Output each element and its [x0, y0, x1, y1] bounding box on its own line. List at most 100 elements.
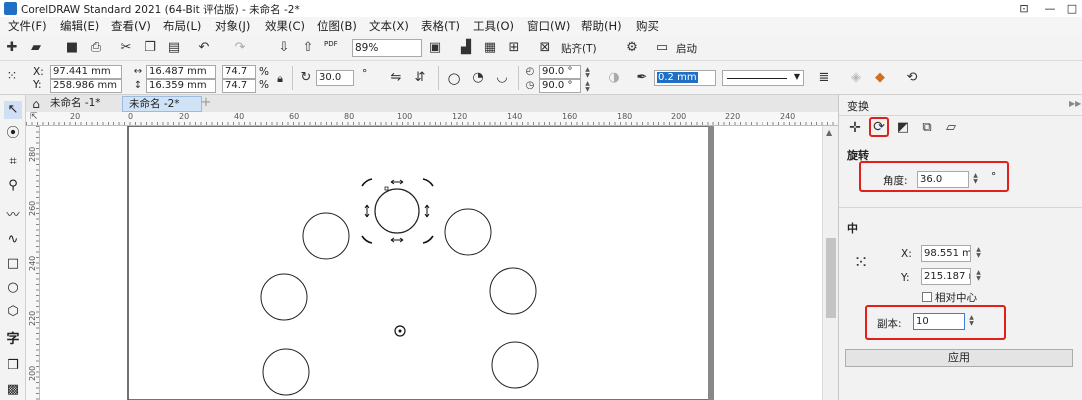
grid-icon[interactable]: ▦	[482, 40, 498, 56]
center-y-spinner[interactable]: ▲ ▼	[974, 270, 983, 282]
maximize-button[interactable]: □	[1060, 0, 1082, 17]
mirror-vertical-icon[interactable]: ⇵	[412, 70, 428, 86]
menu-buy[interactable]: 购买	[636, 18, 659, 34]
position-y-input[interactable]: 258.986 mm	[50, 79, 122, 93]
arc-icon[interactable]: ◡	[494, 70, 510, 86]
zoom-dropdown[interactable]: 89%	[352, 39, 422, 57]
position-x-input[interactable]: 97.441 mm	[50, 65, 122, 79]
tab-document-2[interactable]: 未命名 -2*	[122, 96, 202, 112]
docker-expand-icon[interactable]: ▶▶	[1069, 99, 1081, 108]
start-angle-spinner[interactable]: ▲ ▼	[583, 67, 592, 79]
tab-document-1[interactable]: 未命名 -1*	[44, 96, 126, 112]
menu-effects[interactable]: 效果(C)	[265, 18, 305, 34]
width-input[interactable]: 16.487 mm	[146, 65, 216, 79]
restore-icon[interactable]: ⊡	[1012, 0, 1036, 17]
size-transform-icon[interactable]: ⧉	[919, 120, 935, 136]
convert-curves-icon[interactable]: ⟲	[904, 70, 920, 86]
options-gear-icon[interactable]: ⚙	[624, 40, 640, 56]
end-angle-input[interactable]: 90.0 °	[539, 79, 581, 93]
minimize-button[interactable]: —	[1038, 0, 1062, 17]
anchor-grid-icon[interactable]: ⁙	[853, 254, 869, 272]
scale-x-input[interactable]: 74.7	[222, 65, 256, 79]
scroll-up-icon[interactable]: ▲	[826, 128, 832, 137]
pattern-tool-icon[interactable]: ▩	[4, 381, 22, 399]
position-transform-icon[interactable]: ✛	[847, 120, 863, 136]
import-icon[interactable]: ⇩	[276, 40, 292, 56]
add-tab-icon[interactable]: +	[198, 95, 214, 111]
apply-button[interactable]: 应用	[845, 349, 1073, 367]
end-angle-spinner[interactable]: ▲ ▼	[583, 81, 592, 93]
cut-icon[interactable]: ✂	[118, 40, 134, 56]
skew-transform-icon[interactable]: ▱	[943, 120, 959, 136]
copy-icon[interactable]: ❐	[142, 40, 158, 56]
shadow-tool-icon[interactable]: ❒	[4, 357, 22, 375]
rulers-icon[interactable]: ▟	[458, 40, 474, 56]
full-screen-icon[interactable]: ▣	[427, 40, 443, 56]
snap-icon[interactable]: ⊠	[537, 40, 553, 56]
print-icon[interactable]: ⎙	[88, 40, 104, 56]
menu-file[interactable]: 文件(F)	[8, 18, 47, 34]
angle-input[interactable]: 36.0	[917, 171, 969, 188]
home-icon[interactable]: ⌂	[28, 96, 44, 112]
pie-icon[interactable]: ◔	[470, 70, 486, 86]
rotate-transform-icon[interactable]: ⟳	[871, 119, 887, 135]
rotation-input[interactable]: 30.0	[316, 70, 354, 86]
text-wrap-icon[interactable]: ≣	[816, 70, 832, 86]
relative-center-checkbox[interactable]	[922, 292, 932, 302]
zoom-tool-icon[interactable]: ⚲	[4, 177, 22, 195]
copies-spinner[interactable]: ▲ ▼	[967, 315, 976, 327]
center-y-input[interactable]: 215.187 mi	[921, 268, 971, 285]
new-document-icon[interactable]: ✚	[4, 40, 20, 56]
vertical-scrollbar[interactable]: ▲	[822, 126, 838, 400]
rectangle-tool-icon[interactable]: □	[4, 255, 22, 273]
artistic-media-icon[interactable]: ∿	[4, 231, 22, 249]
layers-icon[interactable]: ◆	[872, 70, 888, 86]
drawing-canvas[interactable]	[40, 126, 822, 400]
launch-dropdown[interactable]: 启动	[676, 41, 697, 56]
menu-window[interactable]: 窗口(W)	[527, 18, 570, 34]
angle-spinner[interactable]: ▲ ▼	[971, 173, 980, 185]
launch-icon[interactable]: ▭	[654, 40, 670, 56]
ellipse-tool-icon[interactable]: ○	[4, 279, 22, 297]
redo-icon[interactable]: ↷	[232, 40, 248, 56]
text-tool-icon[interactable]: 字	[4, 331, 22, 349]
outline-width-dropdown[interactable]: 0.2 mm	[654, 70, 716, 86]
center-x-spinner[interactable]: ▲ ▼	[974, 247, 983, 259]
export-icon[interactable]: ⇧	[300, 40, 316, 56]
mirror-horizontal-icon[interactable]: ⇋	[388, 70, 404, 86]
pick-tool-icon[interactable]: ↖	[4, 101, 22, 119]
scroll-thumb[interactable]	[826, 238, 836, 318]
save-icon[interactable]: ■	[64, 40, 80, 56]
start-angle-input[interactable]: 90.0 °	[539, 65, 581, 79]
polygon-tool-icon[interactable]: ⬡	[4, 303, 22, 321]
line-style-dropdown[interactable]: ▼	[722, 70, 804, 86]
shape-tool-icon[interactable]: ⦿	[4, 125, 22, 143]
menu-table[interactable]: 表格(T)	[421, 18, 460, 34]
to-back-icon[interactable]: ◈	[848, 70, 864, 86]
menu-edit[interactable]: 编辑(E)	[60, 18, 99, 34]
copies-input[interactable]: 10	[913, 313, 965, 330]
menu-bitmaps[interactable]: 位图(B)	[317, 18, 357, 34]
direction-icon[interactable]: ◑	[606, 70, 622, 86]
menu-view[interactable]: 查看(V)	[111, 18, 151, 34]
menu-tools[interactable]: 工具(O)	[473, 18, 514, 34]
crop-tool-icon[interactable]: ⌗	[4, 153, 22, 171]
menu-text[interactable]: 文本(X)	[369, 18, 409, 34]
height-input[interactable]: 16.359 mm	[146, 79, 216, 93]
menu-help[interactable]: 帮助(H)	[581, 18, 622, 34]
menu-object[interactable]: 对象(J)	[215, 18, 250, 34]
undo-icon[interactable]: ↶	[196, 40, 212, 56]
snap-to-dropdown[interactable]: 贴齐(T)	[561, 41, 597, 56]
freehand-tool-icon[interactable]: 〰	[4, 207, 22, 225]
guidelines-icon[interactable]: ⊞	[506, 40, 522, 56]
scale-y-input[interactable]: 74.7	[222, 79, 256, 93]
ellipse-icon[interactable]: ○	[446, 70, 462, 86]
menu-layout[interactable]: 布局(L)	[163, 18, 201, 34]
open-folder-icon[interactable]: ▰	[28, 40, 44, 56]
scale-mirror-icon[interactable]: ◩	[895, 120, 911, 136]
paste-icon[interactable]: ▤	[166, 40, 182, 56]
lock-ratio-icon[interactable]: 🔒︎	[272, 71, 288, 87]
reference-point-icon[interactable]: ⁙	[4, 69, 20, 85]
export-pdf-icon[interactable]: PDF	[324, 40, 338, 48]
center-x-input[interactable]: 98.551 mm	[921, 245, 971, 262]
